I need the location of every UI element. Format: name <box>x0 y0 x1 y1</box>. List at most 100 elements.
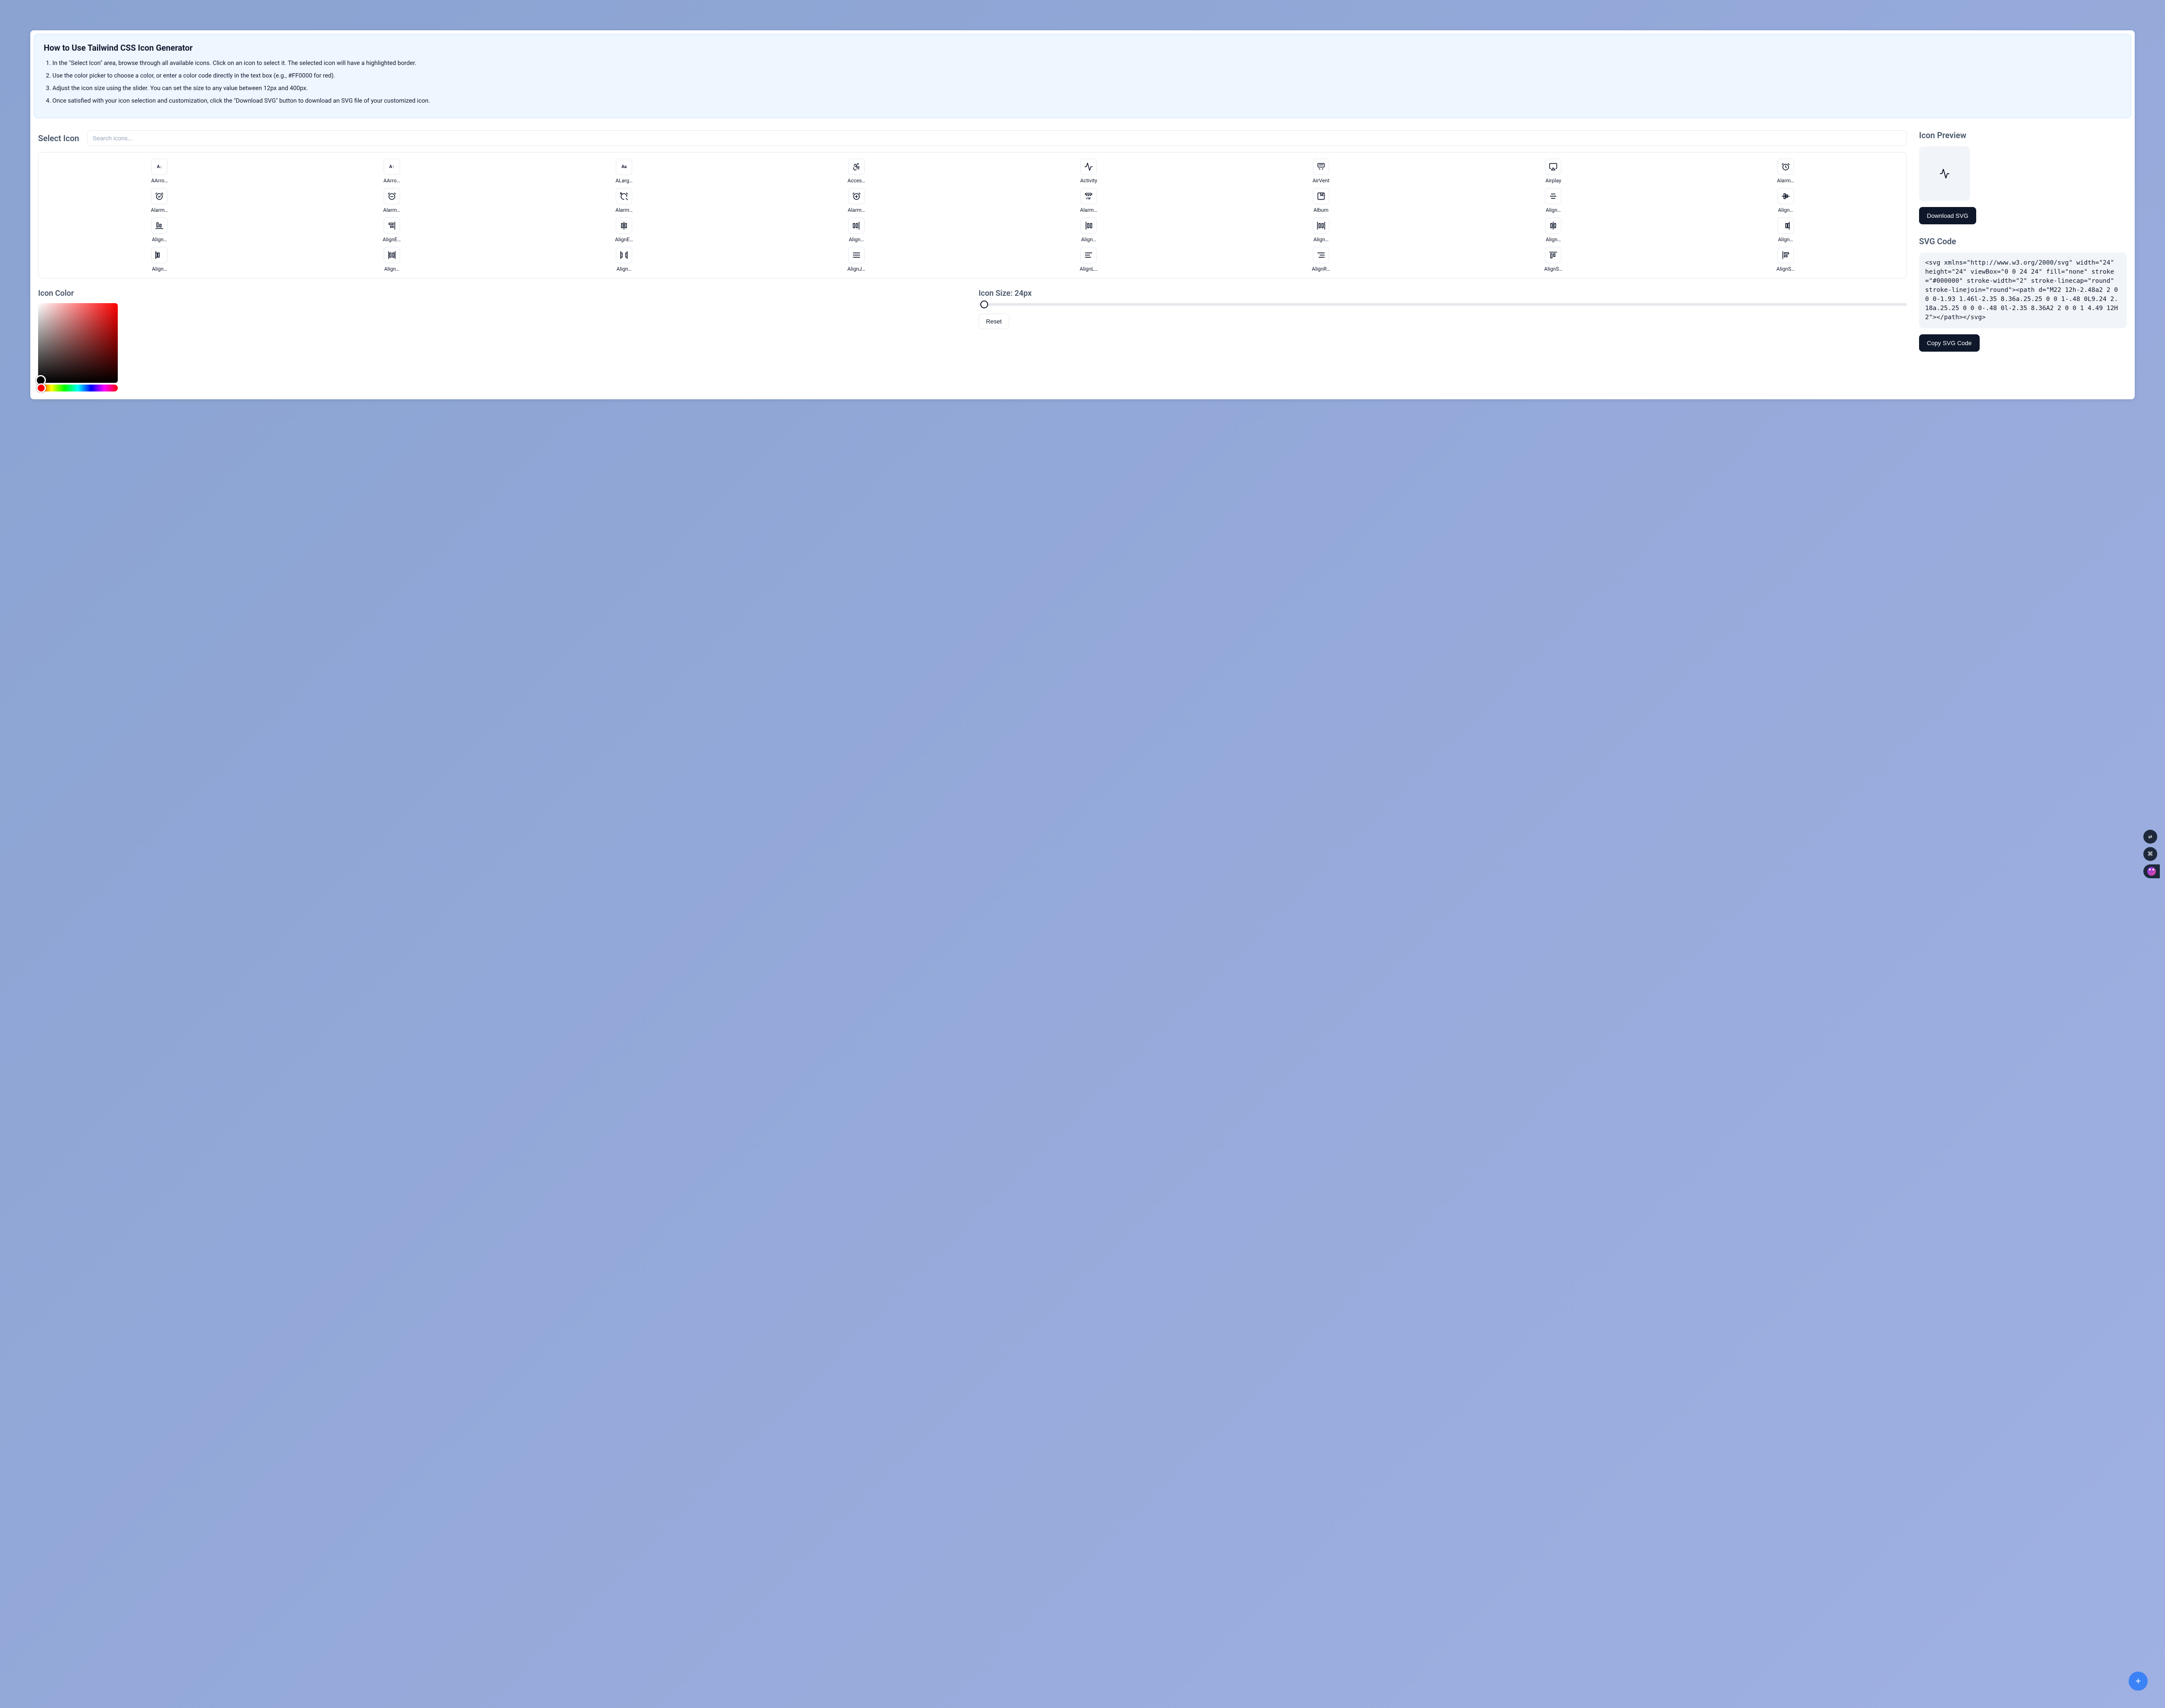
icon-label: Align… <box>381 266 403 272</box>
icon-label: Activity <box>1077 178 1100 184</box>
size-slider[interactable] <box>979 303 1907 306</box>
icon-label: Align… <box>845 236 868 243</box>
icon-cell: A↑ AArro… <box>277 159 507 184</box>
icon-cell: Alarm… <box>509 188 739 213</box>
icon-preview <box>1919 146 1970 201</box>
icon-cell: AlignJ… <box>742 247 972 272</box>
airvent-icon[interactable] <box>1313 159 1329 175</box>
accessibility-icon[interactable] <box>848 159 865 175</box>
icon-cell: Alarm… <box>974 188 1204 213</box>
align-h-de-icon[interactable] <box>848 217 865 234</box>
color-saturation-picker[interactable] <box>38 303 118 383</box>
instructions-title: How to Use Tailwind CSS Icon Generator <box>44 43 2121 53</box>
icon-cell: AlignE… <box>509 217 739 243</box>
app-window: How to Use Tailwind CSS Icon Generator I… <box>30 30 2135 399</box>
align-left-icon[interactable] <box>1080 247 1097 263</box>
icon-label: Align… <box>1542 207 1564 213</box>
icon-label: AArro… <box>148 178 171 184</box>
activity-icon[interactable] <box>1080 159 1097 175</box>
align-right-icon[interactable] <box>1313 247 1329 263</box>
icon-cell: Align… <box>974 217 1204 243</box>
icon-label: AlignS… <box>1774 266 1797 272</box>
icon-cell: Align… <box>277 247 507 272</box>
icon-cell: Acces… <box>742 159 972 184</box>
align-start-h-icon[interactable] <box>1545 247 1561 263</box>
translate-tool-icon[interactable]: ⇄ <box>2143 830 2157 844</box>
glyph-icon[interactable]: A↓ <box>151 159 168 175</box>
align-end-v-icon[interactable] <box>384 217 400 234</box>
align-h-dc-icon[interactable] <box>616 217 632 234</box>
alarm-icon[interactable] <box>1777 159 1794 175</box>
align-h-jc-icon[interactable] <box>1545 217 1561 234</box>
align-h-sb-icon[interactable] <box>616 247 632 263</box>
icon-color-title: Icon Color <box>38 289 966 298</box>
search-input[interactable] <box>87 130 1907 146</box>
add-fab-button[interactable]: + <box>2129 1672 2148 1691</box>
glyph-icon[interactable]: Aa <box>616 159 632 175</box>
copy-svg-button[interactable]: Copy SVG Code <box>1919 334 1980 352</box>
hue-slider[interactable] <box>38 385 118 391</box>
hue-cursor[interactable] <box>36 383 46 393</box>
icon-label: Alarm… <box>1077 207 1100 213</box>
icon-label: AlignR… <box>1310 266 1332 272</box>
album-icon[interactable] <box>1313 188 1329 204</box>
align-justify-icon[interactable] <box>848 247 865 263</box>
glyph-icon[interactable]: A↑ <box>384 159 400 175</box>
icon-label: AArro… <box>381 178 403 184</box>
icon-cell: A↓ AArro… <box>45 159 275 184</box>
align-h-ja-icon[interactable] <box>1313 217 1329 234</box>
icon-label: Alarm… <box>148 207 171 213</box>
icon-grid-panel: A↓AArro…A↑AArro…AaALarg…Acces…ActivityAi… <box>38 152 1907 278</box>
align-end-h-icon[interactable] <box>151 217 168 234</box>
icon-label: Align… <box>1310 236 1332 243</box>
align-h-sa-icon[interactable] <box>384 247 400 263</box>
icon-label: Alarm… <box>613 207 635 213</box>
instructions-panel: How to Use Tailwind CSS Icon Generator I… <box>34 34 2131 118</box>
icon-cell: Align… <box>1671 188 1901 213</box>
size-slider-thumb[interactable] <box>980 301 988 308</box>
airplay-icon[interactable] <box>1545 159 1561 175</box>
instruction-step: In the "Select Icon" area, browse throug… <box>52 59 2121 68</box>
alarm-check-icon[interactable] <box>151 188 168 204</box>
icon-cell: Alarm… <box>1671 159 1901 184</box>
icon-label: AlignS… <box>1542 266 1564 272</box>
align-center-h-icon[interactable] <box>1545 188 1561 204</box>
command-tool-icon[interactable]: ⌘ <box>2143 847 2157 861</box>
icon-cell: AlignR… <box>1206 247 1436 272</box>
icon-cell: Align… <box>509 247 739 272</box>
icon-cell: Album <box>1206 188 1436 213</box>
icon-label: Align… <box>148 266 171 272</box>
align-h-ds-icon[interactable] <box>1080 217 1097 234</box>
icon-cell: Alarm… <box>742 188 972 213</box>
icon-cell: Align… <box>45 247 275 272</box>
icon-cell: Align… <box>742 217 972 243</box>
alarm-off-icon[interactable] <box>616 188 632 204</box>
reset-button[interactable]: Reset <box>979 314 1009 329</box>
assistant-tool-icon[interactable] <box>2143 864 2160 878</box>
alarm-smoke-icon[interactable] <box>1080 188 1097 204</box>
icon-label: Align… <box>1774 207 1797 213</box>
activity-icon <box>1939 168 1950 179</box>
icon-label: Alarm… <box>845 207 868 213</box>
icon-cell: Align… <box>1438 188 1668 213</box>
icon-label: AlignJ… <box>845 266 868 272</box>
instruction-step: Once satisfied with your icon selection … <box>52 97 2121 106</box>
icon-cell: Airplay <box>1438 159 1668 184</box>
icon-label: Align… <box>1077 236 1100 243</box>
icon-cell: Align… <box>1206 217 1436 243</box>
instruction-step: Use the color picker to choose a color, … <box>52 71 2121 81</box>
align-start-v-icon[interactable] <box>1777 247 1794 263</box>
icon-label: Acces… <box>845 178 868 184</box>
select-icon-title: Select Icon <box>38 133 79 143</box>
side-toolbar: ⇄ ⌘ <box>2143 830 2160 878</box>
download-svg-button[interactable]: Download SVG <box>1919 207 1976 224</box>
icon-label: AlignE… <box>381 236 403 243</box>
instructions-list: In the "Select Icon" area, browse throug… <box>44 59 2121 106</box>
svg-code-textarea[interactable]: <svg xmlns="http://www.w3.org/2000/svg" … <box>1919 252 2127 328</box>
align-h-je-icon[interactable] <box>1777 217 1794 234</box>
icon-label: Alarm… <box>381 207 403 213</box>
align-h-js-icon[interactable] <box>151 247 168 263</box>
alarm-minus-icon[interactable] <box>384 188 400 204</box>
alarm-plus-icon[interactable] <box>848 188 865 204</box>
align-center-v-icon[interactable] <box>1777 188 1794 204</box>
